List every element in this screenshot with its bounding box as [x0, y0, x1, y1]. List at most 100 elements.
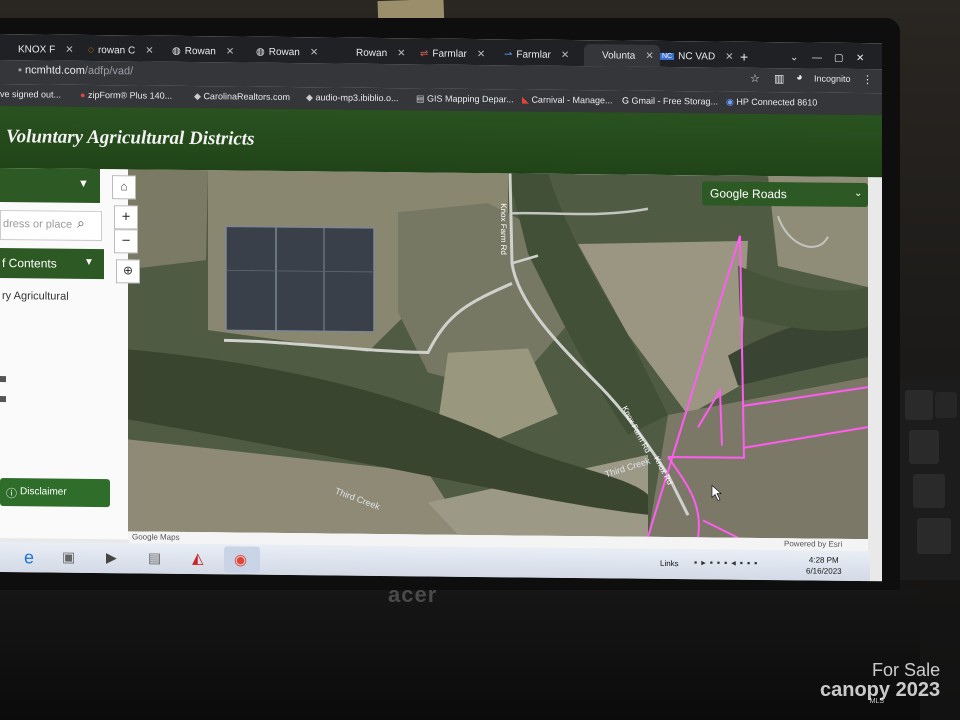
hp-icon: ◉: [726, 96, 734, 107]
close-icon[interactable]: ✕: [145, 45, 153, 56]
farm-icon: ⇀: [504, 48, 513, 60]
basemap-label: Google Roads: [710, 186, 787, 202]
bookmark-icon: ◆: [306, 92, 313, 103]
bookmark-item[interactable]: ◆ CarolinaRealtors.com: [194, 91, 290, 103]
close-icon[interactable]: ✕: [561, 49, 569, 60]
chevron-down-icon: ▼: [84, 256, 94, 268]
taskbar-clock[interactable]: 4:28 PM 6/16/2023: [806, 554, 842, 576]
window-close-icon[interactable]: ✕: [856, 47, 870, 69]
close-icon[interactable]: ✕: [397, 48, 405, 59]
info-icon: ⓘ: [6, 488, 17, 501]
tray-icons[interactable]: ▪▸▪▪▪◂▪▪▪: [694, 557, 761, 569]
close-icon[interactable]: ✕: [645, 50, 653, 61]
bookmark-item[interactable]: ◣ Carnival - Manage...: [522, 94, 612, 106]
browser-tab[interactable]: ⇀ Farmlar ✕: [504, 43, 576, 66]
watermark-line1: For Sale: [872, 660, 941, 680]
ie-icon[interactable]: e: [24, 547, 34, 568]
basemap-select[interactable]: Google Roads ⌄: [702, 181, 868, 208]
minimize-icon[interactable]: —: [812, 47, 826, 69]
star-icon[interactable]: ☆: [750, 72, 760, 85]
attribution-right: Powered by Esri: [784, 539, 843, 549]
sidebar-dropdown[interactable]: ▼: [0, 168, 100, 204]
table-of-contents-header[interactable]: f Contents ▼: [0, 248, 104, 280]
browser-tab[interactable]: ◍ Rowan ✕: [256, 41, 328, 64]
bookmark-item[interactable]: G Gmail - Free Storag...: [622, 96, 718, 107]
bookmark-item[interactable]: ● zipForm® Plus 140...: [80, 90, 172, 101]
bookmark-icon: ●: [80, 89, 86, 100]
close-icon[interactable]: ✕: [65, 44, 73, 55]
clock-time: 4:28 PM: [808, 555, 839, 565]
page-title: Voluntary Agricultural Districts: [6, 126, 255, 150]
maximize-icon[interactable]: ▢: [834, 47, 848, 69]
pdf-icon[interactable]: ◭: [192, 549, 204, 567]
search-placeholder: dress or place: [3, 218, 73, 231]
media-player-icon[interactable]: ▶: [106, 549, 117, 566]
explorer-icon[interactable]: ▣: [62, 549, 75, 566]
lock-icon: ▪: [18, 64, 22, 77]
external-keyboard: [895, 380, 960, 580]
incognito-label: Incognito: [814, 73, 851, 84]
toc-label: f Contents: [2, 256, 57, 271]
google-icon: G: [622, 95, 630, 106]
laptop-screen: KNOX F ✕ ◌ rowan C ✕ ◍ Rowan ✕ ◍ Rowan ✕ Rowan ✕…: [0, 34, 882, 582]
bookmark-label: CarolinaRealtors.com: [203, 91, 290, 103]
tab-label: NC VAD: [678, 50, 716, 62]
disclaimer-label: Disclaimer: [20, 486, 67, 498]
bookmark-label: Carnival - Manage...: [531, 94, 613, 106]
watermark: For Sale canopy 2023 MLS: [820, 660, 940, 705]
browser-tab[interactable]: ◍ Rowan ✕: [172, 40, 244, 63]
bookmark-label: GIS Mapping Depar...: [427, 93, 514, 105]
tab-label: Rowan: [356, 47, 388, 59]
search-input[interactable]: dress or place ⌕: [0, 210, 102, 242]
browser-tab[interactable]: ◌ rowan C ✕: [88, 39, 160, 62]
farm-icon: ⇌: [420, 47, 429, 59]
bookmark-label: HP Connected 8610: [736, 96, 818, 108]
tab-label: Volunta: [602, 49, 636, 62]
close-icon[interactable]: ✕: [226, 46, 234, 57]
bookmark-icon: ▤: [416, 93, 425, 104]
satellite-map[interactable]: Knox Farm Rd Knox Farm Rd Knox Rd Third …: [128, 169, 868, 540]
incognito-icon: ◕: [796, 71, 803, 84]
chevron-down-icon: ⌄: [854, 187, 863, 200]
new-tab-button[interactable]: +: [740, 46, 756, 68]
bookmark-label: audio-mp3.ibiblio.o...: [315, 92, 399, 104]
chrome-icon: ◉: [234, 551, 248, 569]
tab-label: Rowan: [268, 46, 300, 58]
site-icon: NC: [660, 52, 675, 60]
clock-date: 6/16/2023: [806, 566, 842, 576]
tab-label: rowan C: [97, 44, 136, 56]
tab-search-icon[interactable]: ⌄: [790, 46, 804, 68]
bookmark-icon: ◆: [194, 91, 201, 102]
browser-tab[interactable]: KNOX F ✕: [18, 38, 74, 61]
toc-layer-item[interactable]: ry Agricultural: [2, 290, 69, 303]
road-label: Knox Farm Rd: [499, 203, 508, 255]
close-icon[interactable]: ✕: [725, 51, 733, 62]
search-icon[interactable]: ⌕: [77, 215, 85, 232]
url-host: ncmhtd.com: [24, 64, 85, 77]
url-field[interactable]: ▪ ncmhtd.com/adfp/vad/: [18, 64, 133, 77]
zoom-out-button[interactable]: −: [114, 229, 138, 254]
locate-icon[interactable]: ⊕: [116, 259, 140, 284]
globe-icon: ◍: [172, 45, 181, 57]
bookmark-item[interactable]: ◉ HP Connected 8610: [726, 97, 817, 109]
layer-bullet: [0, 376, 6, 383]
home-icon[interactable]: ⌂: [112, 175, 136, 200]
links-toolbar[interactable]: Links: [660, 559, 679, 568]
attribution-left: Google Maps: [132, 532, 180, 542]
taskbar-app-icon[interactable]: ▤: [148, 550, 161, 567]
close-icon[interactable]: ✕: [477, 48, 485, 59]
loading-icon: ◌: [88, 44, 94, 56]
sidepanel-icon[interactable]: ▥: [774, 72, 784, 85]
browser-tab-active[interactable]: Volunta ✕: [584, 44, 660, 67]
disclaimer-button[interactable]: ⓘ Disclaimer: [0, 478, 110, 508]
close-icon[interactable]: ✕: [310, 47, 318, 58]
zoom-in-button[interactable]: +: [114, 205, 138, 230]
bookmark-item[interactable]: ◆ audio-mp3.ibiblio.o...: [306, 92, 399, 104]
bookmark-item[interactable]: ve signed out...: [0, 89, 61, 100]
browser-tab[interactable]: ⇌ Farmlar ✕: [420, 42, 492, 65]
menu-icon[interactable]: ⋮: [862, 73, 873, 86]
bookmark-item[interactable]: ▤ GIS Mapping Depar...: [416, 93, 514, 105]
globe-icon: ◍: [256, 46, 265, 58]
browser-tab[interactable]: NC NC VAD ✕: [660, 45, 734, 68]
browser-tab[interactable]: Rowan ✕: [338, 42, 410, 65]
